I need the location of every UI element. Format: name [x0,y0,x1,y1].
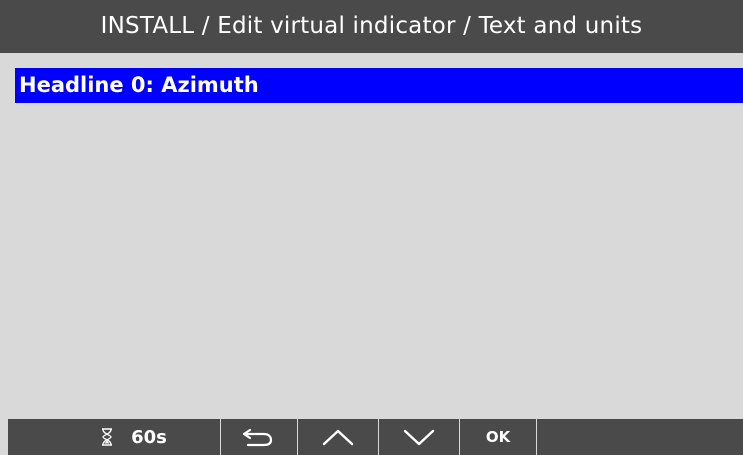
title-bar: INSTALL / Edit virtual indicator / Text … [0,0,743,63]
bottom-toolbar: 60s OK [8,419,743,455]
chevron-down-icon [403,427,435,447]
up-button[interactable] [298,419,378,455]
screen: INSTALL / Edit virtual indicator / Text … [0,0,743,455]
back-button[interactable] [221,419,297,455]
timeout-value: 60s [131,426,167,448]
page-title: INSTALL / Edit virtual indicator / Text … [100,13,643,39]
toolbar-divider [536,419,537,455]
list-item-headline-0[interactable]: Headline 0: Azimuth [15,68,743,103]
chevron-up-icon [322,427,354,447]
hourglass-icon [101,428,113,446]
timeout-indicator: 60s [8,419,220,455]
down-button[interactable] [379,419,459,455]
back-arrow-icon [240,426,278,448]
ok-button[interactable]: OK [460,419,536,455]
menu-list: Headline 0: Azimuth [15,68,743,103]
